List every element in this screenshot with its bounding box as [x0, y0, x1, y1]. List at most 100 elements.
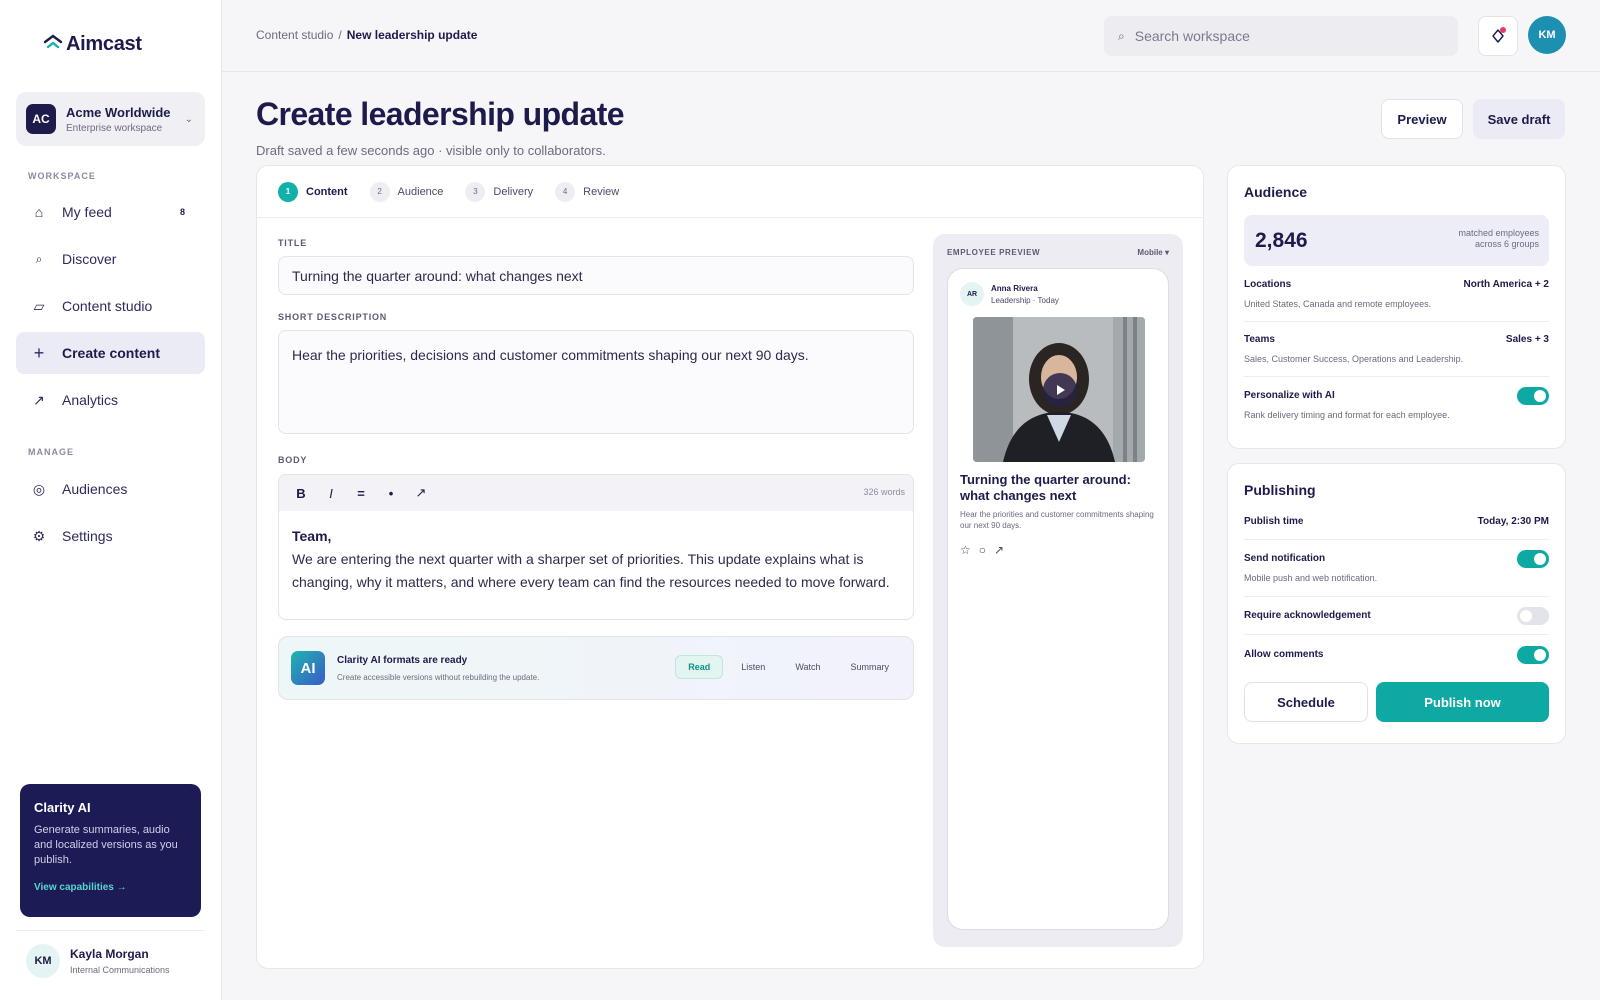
- personalize-sub: Rank delivery timing and format for each…: [1244, 410, 1450, 420]
- editor-card: 1 Content 2 Audience 3 Delivery 4 Review…: [256, 165, 1204, 969]
- short-description-field[interactable]: Hear the priorities, decisions and custo…: [278, 330, 914, 434]
- step-number: 4: [555, 181, 576, 202]
- workspace-sub: Enterprise workspace: [66, 122, 163, 134]
- section-label-workspace: WORKSPACE: [28, 171, 96, 181]
- comment-icon[interactable]: ○: [979, 543, 986, 557]
- user-role: Internal Communications: [70, 964, 170, 975]
- list-button[interactable]: =: [353, 486, 369, 501]
- step-number: 1: [278, 181, 298, 202]
- title-label: TITLE: [278, 238, 307, 248]
- preview-label: EMPLOYEE PREVIEW: [947, 248, 1041, 257]
- save-draft-button[interactable]: Save draft: [1473, 99, 1565, 139]
- sidebar-item-settings[interactable]: ⚙ Settings: [16, 515, 205, 557]
- ai-tab-read[interactable]: Read: [675, 655, 724, 679]
- play-button[interactable]: [1043, 373, 1077, 407]
- sidebar: Aimcast AC Acme Worldwide Enterprise wor…: [0, 0, 222, 1000]
- post-description: Hear the priorities and customer commitm…: [960, 510, 1154, 530]
- post-meta: Leadership · Today: [991, 295, 1059, 305]
- breadcrumb-current: New leadership update: [346, 28, 478, 42]
- body-editor[interactable]: B I = • ↗ 326 words Team, We are enterin…: [278, 474, 914, 620]
- step-content[interactable]: 1 Content: [278, 181, 348, 202]
- clarity-promo-card: Clarity AI Generate summaries, audio and…: [20, 784, 201, 917]
- plus-icon: +: [33, 342, 45, 363]
- sidebar-item-my-feed[interactable]: ⌂ My feed 8: [16, 191, 205, 233]
- step-label: Delivery: [493, 185, 534, 198]
- locations-row[interactable]: Locations North America + 2 United State…: [1244, 279, 1549, 309]
- allow-comments-label: Allow comments: [1244, 649, 1324, 660]
- step-delivery[interactable]: 3 Delivery: [465, 181, 534, 202]
- publish-now-button[interactable]: Publish now: [1376, 682, 1549, 722]
- short-description-label: SHORT DESCRIPTION: [278, 312, 388, 322]
- send-notification-toggle[interactable]: [1517, 550, 1549, 568]
- clarity-body: Generate summaries, audio and localized …: [34, 824, 178, 866]
- workspace-avatar: AC: [26, 104, 56, 134]
- workspace-switcher[interactable]: AC Acme Worldwide Enterprise workspace ⌄: [16, 92, 205, 146]
- step-number: 2: [369, 181, 390, 202]
- publishing-title: Publishing: [1244, 482, 1316, 498]
- share-icon[interactable]: ↗: [994, 543, 1004, 557]
- personalize-toggle[interactable]: [1517, 387, 1549, 405]
- step-audience[interactable]: 2 Audience: [369, 181, 444, 202]
- ai-format-tabs: Read Listen Watch Summary: [675, 655, 901, 679]
- publish-time-row[interactable]: Publish time Today, 2:30 PM: [1244, 516, 1549, 527]
- allow-comments-toggle[interactable]: [1517, 646, 1549, 664]
- view-capabilities-link[interactable]: View capabilities →: [34, 882, 187, 893]
- post-author: Anna Rivera: [991, 283, 1038, 293]
- logo-text: Aimcast: [66, 33, 142, 55]
- body-text[interactable]: Team, We are entering the next quarter w…: [279, 511, 913, 608]
- play-icon: [1057, 385, 1065, 395]
- ai-formats-banner: AI Clarity AI formats are ready Create a…: [278, 636, 914, 700]
- star-icon[interactable]: ☆: [960, 543, 971, 557]
- schedule-button[interactable]: Schedule: [1244, 682, 1368, 722]
- user-profile[interactable]: KM Kayla Morgan Internal Communications: [16, 930, 205, 990]
- sidebar-item-create-content[interactable]: + Create content: [16, 332, 205, 374]
- post-header: AR Anna Rivera Leadership · Today: [960, 282, 1059, 306]
- sidebar-item-discover[interactable]: ⌕ Discover: [16, 238, 205, 280]
- step-label: Content: [306, 185, 348, 198]
- title-field[interactable]: Turning the quarter around: what changes…: [278, 256, 914, 295]
- preview-button[interactable]: Preview: [1381, 99, 1463, 139]
- search-icon: ⌕: [1118, 28, 1125, 43]
- require-ack-toggle[interactable]: [1517, 607, 1549, 625]
- search-bar[interactable]: ⌕: [1104, 16, 1458, 56]
- stepper: 1 Content 2 Audience 3 Delivery 4 Review: [257, 166, 1203, 218]
- sidebar-item-label: Content studio: [62, 298, 153, 314]
- personalize-row: Personalize with AI Rank delivery timing…: [1244, 387, 1549, 420]
- preview-device-select[interactable]: Mobile ▾: [1137, 248, 1169, 257]
- search-input[interactable]: [1134, 28, 1435, 44]
- sidebar-item-content-studio[interactable]: ▱ Content studio: [16, 285, 205, 327]
- bold-button[interactable]: B: [293, 486, 309, 501]
- step-review[interactable]: 4 Review: [555, 181, 619, 202]
- audience-panel: Audience 2,846 matched employees across …: [1227, 165, 1566, 449]
- body-paragraph: We are entering the next quarter with a …: [292, 551, 890, 590]
- italic-button[interactable]: I: [323, 486, 339, 501]
- ai-tab-listen[interactable]: Listen: [729, 655, 777, 679]
- breadcrumb-root[interactable]: Content studio: [256, 28, 333, 42]
- teams-row[interactable]: Teams Sales + 3 Sales, Customer Success,…: [1244, 334, 1549, 364]
- user-name: Kayla Morgan: [70, 946, 149, 961]
- audience-title: Audience: [1244, 184, 1308, 200]
- folder-icon: ▱: [33, 297, 45, 314]
- ai-tab-summary[interactable]: Summary: [838, 655, 901, 679]
- gear-icon: ⚙: [32, 527, 46, 544]
- ai-tab-watch[interactable]: Watch: [783, 655, 832, 679]
- avatar: AR: [960, 282, 984, 306]
- logo[interactable]: Aimcast: [42, 32, 142, 56]
- teams-sub: Sales, Customer Success, Operations and …: [1244, 354, 1464, 364]
- bullet-button[interactable]: •: [383, 486, 399, 501]
- step-label: Audience: [397, 185, 444, 198]
- post-actions: ☆ ○ ↗: [960, 543, 1004, 557]
- employee-preview-panel: EMPLOYEE PREVIEW Mobile ▾ AR Anna Rivera…: [933, 234, 1183, 947]
- sidebar-item-audiences[interactable]: ◎ Audiences: [16, 468, 205, 510]
- avatar[interactable]: KM: [1528, 16, 1566, 54]
- sidebar-item-analytics[interactable]: ↗ Analytics: [16, 379, 205, 421]
- send-notification-row: Send notification Mobile push and web no…: [1244, 550, 1549, 583]
- link-button[interactable]: ↗: [413, 485, 429, 501]
- video-thumbnail[interactable]: [973, 317, 1145, 462]
- page-title: Create leadership update: [256, 96, 625, 132]
- notifications-button[interactable]: [1478, 16, 1518, 56]
- formatting-toolbar: B I = • ↗ 326 words: [279, 475, 913, 511]
- divider: [1244, 539, 1549, 540]
- search-icon: ⌕: [35, 251, 43, 266]
- send-notification-sub: Mobile push and web notification.: [1244, 573, 1378, 583]
